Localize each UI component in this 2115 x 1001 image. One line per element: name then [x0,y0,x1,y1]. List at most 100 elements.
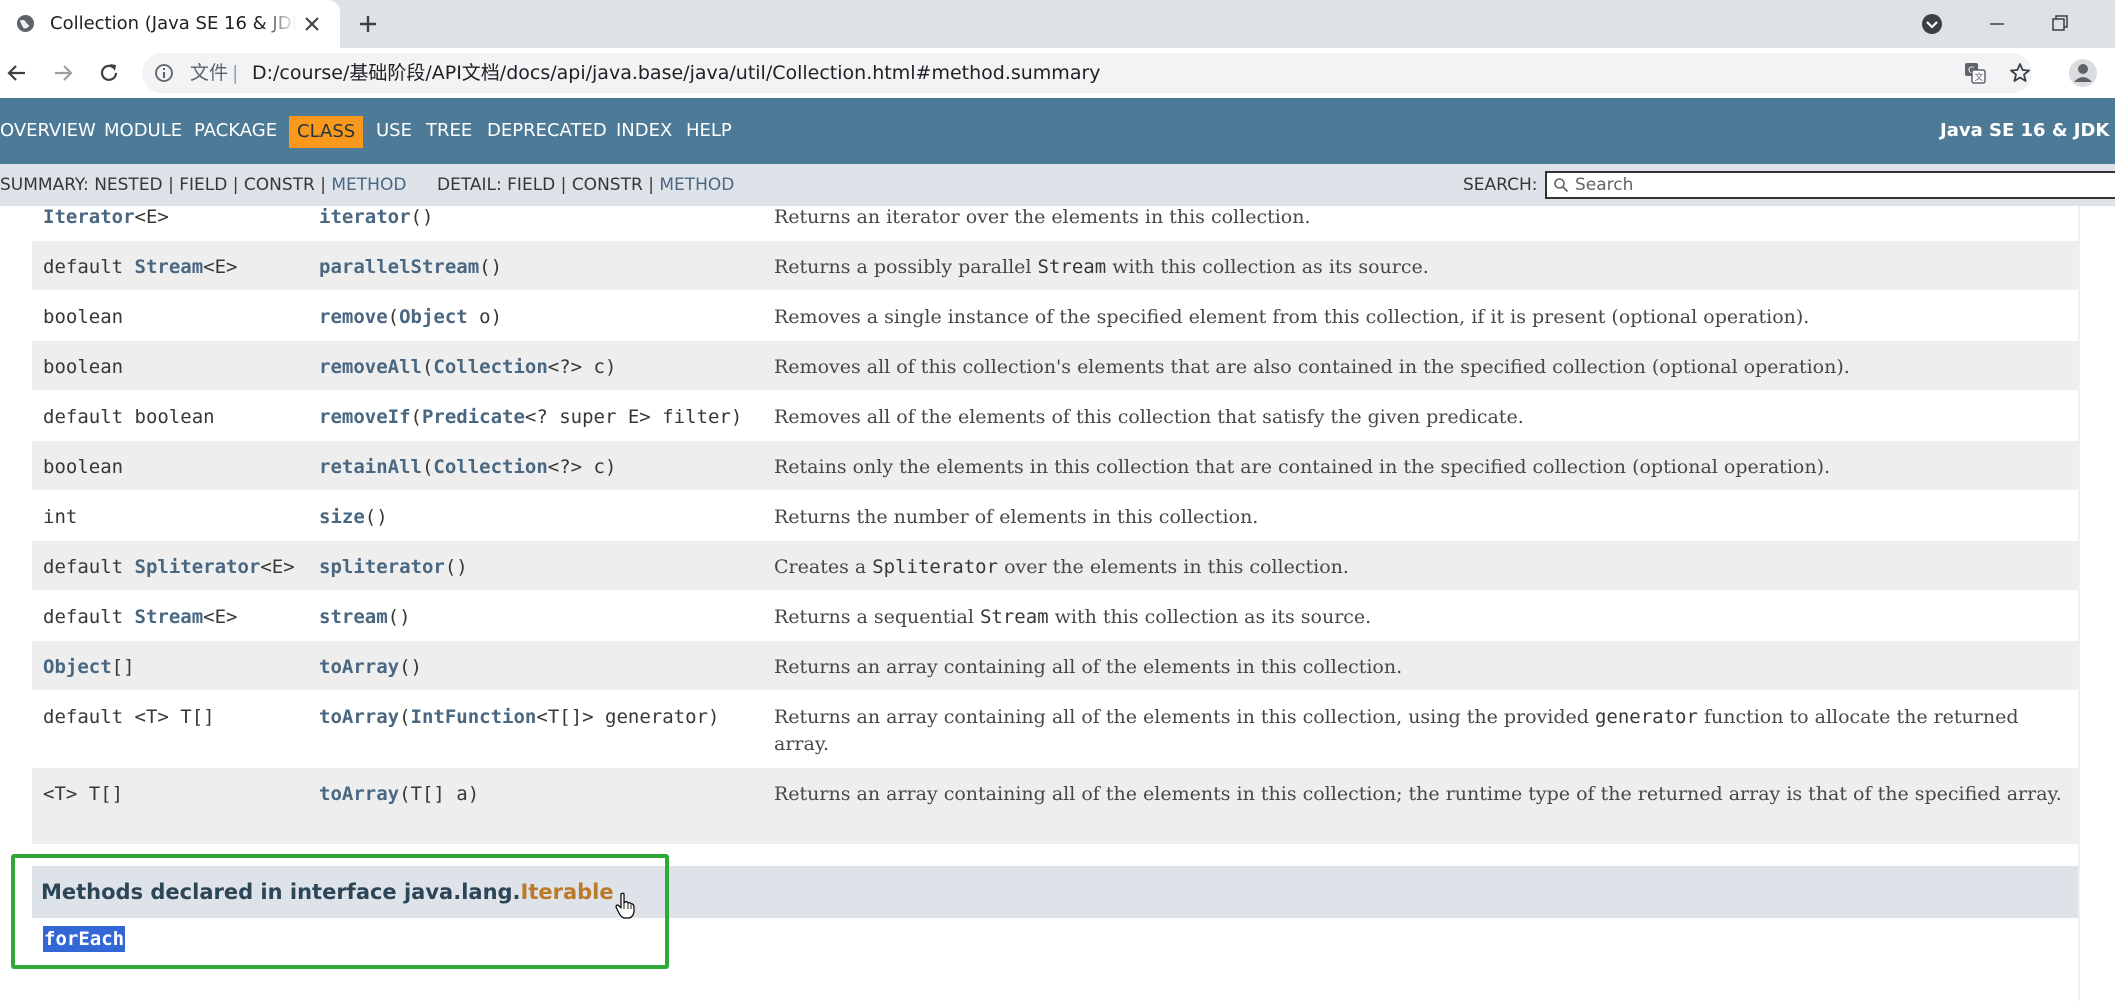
tab-search-icon[interactable] [1920,12,1944,36]
method-link[interactable]: toArray [319,656,399,678]
method-signature: spliterator() [319,541,759,581]
description-text: Removes all of the elements of this coll… [774,406,1524,428]
summary-method-link[interactable]: METHOD [331,175,406,195]
method-link[interactable]: stream [319,606,388,628]
nav-index[interactable]: INDEX [616,98,672,164]
type-text: boolean [43,306,124,328]
method-link[interactable]: spliterator [319,556,445,578]
nav-deprecated[interactable]: DEPRECATED [487,98,607,164]
description-code: Stream [1037,256,1107,278]
nav-package[interactable]: PACKAGE [194,98,277,164]
method-link[interactable]: removeIf [319,406,411,428]
search-icon [1554,178,1569,193]
method-link[interactable]: remove [319,306,388,328]
type-link[interactable]: Object [43,656,112,678]
method-link[interactable]: size [319,506,365,528]
modifier-and-type: boolean [43,341,313,381]
globe-icon [16,14,35,33]
description-text: Creates a [774,556,873,578]
back-arrow-icon[interactable] [4,60,30,86]
param-type-link[interactable]: Collection [433,456,547,478]
nav-tree[interactable]: TREE [426,98,472,164]
method-link[interactable]: removeAll [319,356,422,378]
detail-constr-link[interactable]: CONSTR [572,175,643,195]
profile-icon[interactable] [2068,58,2098,88]
nav-use[interactable]: USE [376,98,412,164]
method-description: Returns an array containing all of the e… [774,768,2064,808]
type-text: default boolean [43,406,215,428]
params-text: () [444,556,468,578]
detail-links: DETAIL: FIELD | CONSTR | METHOD [437,164,734,206]
params-text: <?> c) [547,456,617,478]
description-text: with this collection as its source. [1106,256,1429,278]
search-input[interactable] [1575,173,2115,197]
translate-icon[interactable]: G 文 [1964,62,1986,84]
method-link[interactable]: iterator [319,206,411,228]
restore-icon[interactable] [2048,12,2072,36]
type-text: <E> [203,606,238,628]
nav-module[interactable]: MODULE [104,98,182,164]
method-link[interactable]: parallelStream [319,256,479,278]
summary-field-link[interactable]: FIELD [179,175,227,195]
annotation-highlight-box [11,854,669,969]
address-bar[interactable]: 文件 | D:/course/基础阶段/API文档/docs/api/java.… [142,53,2032,93]
forward-arrow-icon[interactable] [50,60,76,86]
summary-label: SUMMARY: [0,175,89,195]
search-box[interactable] [1545,171,2115,199]
nav-help[interactable]: HELP [686,98,732,164]
summary-constr-link[interactable]: CONSTR [244,175,315,195]
method-signature: parallelStream() [319,241,759,281]
type-link[interactable]: Stream [135,256,204,278]
params-text: o) [467,306,503,328]
table-row: boolean remove(Object o) Removes a single … [32,291,2078,341]
param-type-link[interactable]: Object [399,306,468,328]
browser-tab[interactable]: Collection (Java SE 16 & JDK 16) [0,0,340,48]
plus-icon[interactable] [356,12,380,36]
method-link[interactable]: toArray [319,706,399,728]
modifier-and-type: int [43,491,313,531]
param-type-link[interactable]: IntFunction [411,706,537,728]
table-row: default Spliterator<E> spliterator() Creat… [32,541,2078,591]
param-type-link[interactable]: Predicate [422,406,525,428]
modifier-and-type: default Stream<E> [43,241,313,281]
type-text: default [43,256,135,278]
method-description: Removes a single instance of the specifi… [774,291,2064,331]
params-text: <T[]> generator) [536,706,720,728]
params-text: () [479,256,503,278]
param-type-link[interactable]: Collection [433,356,547,378]
summary-nested-link[interactable]: NESTED [94,175,162,195]
type-text: <T> T[] [43,783,124,805]
method-signature: toArray(IntFunction<T[]> generator) [319,691,759,731]
tab-title: Collection (Java SE 16 & JDK 16) [50,13,296,34]
close-icon[interactable] [300,12,324,36]
detail-method-link[interactable]: METHOD [659,175,734,195]
table-row: Iterator<E> iterator() Returns an iterator… [32,206,2078,241]
method-description: Creates a Spliterator over the elements … [774,541,2064,581]
method-description: Removes all of the elements of this coll… [774,391,2064,431]
method-link[interactable]: retainAll [319,456,422,478]
description-text: Retains only the elements in this collec… [774,456,1831,478]
table-row: boolean removeAll(Collection<?> c) Removes… [32,341,2078,391]
reload-icon[interactable] [96,60,122,86]
star-icon[interactable] [2008,61,2032,85]
params-text: ( [421,456,434,478]
info-icon[interactable] [154,63,174,83]
url-text[interactable]: D:/course/基础阶段/API文档/docs/api/java.base/… [252,53,1101,93]
type-link[interactable]: Spliterator [135,556,261,578]
minimize-icon[interactable] [1985,12,2009,36]
tab-strip: Collection (Java SE 16 & JDK 16) [0,0,2115,48]
modifier-and-type: default <T> T[] [43,691,313,731]
separator: | [320,175,326,195]
method-signature: iterator() [319,206,759,231]
type-text: <E> [203,256,238,278]
method-link[interactable]: toArray [319,783,399,805]
detail-field-link[interactable]: FIELD [507,175,555,195]
modifier-and-type: <T> T[] [43,768,313,808]
type-link[interactable]: Iterator [43,206,135,228]
nav-overview[interactable]: OVERVIEW [0,98,96,164]
description-text: Returns an array containing all of the e… [774,706,1595,728]
table-row: default boolean removeIf(Predicate<? supe… [32,391,2078,441]
method-summary-table: Iterator<E> iterator() Returns an iterator… [32,206,2078,845]
type-link[interactable]: Stream [135,606,204,628]
type-text: default [43,606,135,628]
